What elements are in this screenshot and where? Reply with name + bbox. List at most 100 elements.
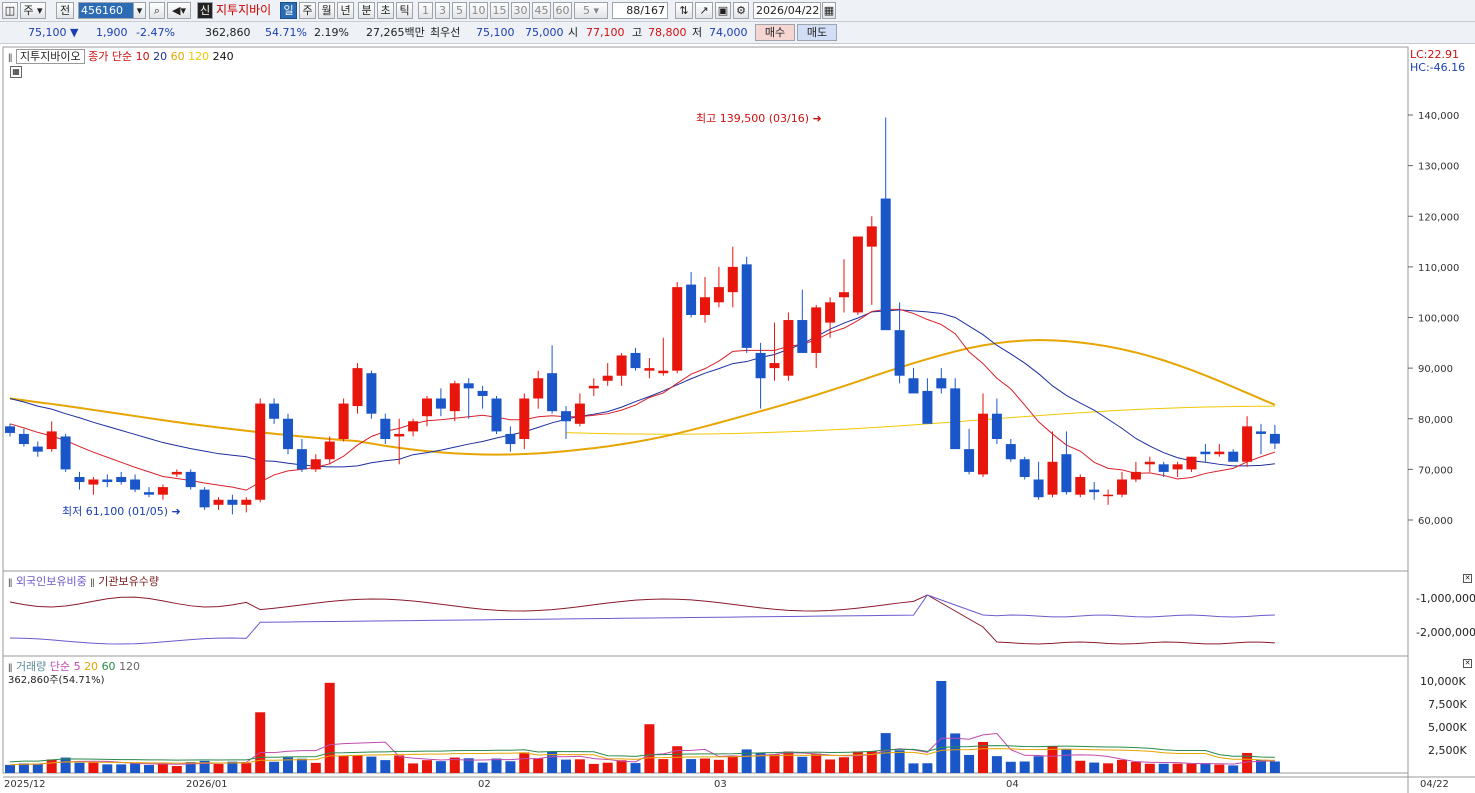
candle-body xyxy=(769,363,780,369)
min-price-label: 최저 61,100 (01/05) ➜ xyxy=(62,505,181,518)
candle-body xyxy=(533,378,544,399)
price-change-pct: -2.47% xyxy=(136,26,175,39)
tab-period-month[interactable]: 월 xyxy=(318,2,335,19)
candle-body xyxy=(1269,433,1280,444)
foreign-legend: ǁ 외국인보유비중 ǁ 기관보유수량 xyxy=(8,575,159,588)
gear-icon[interactable]: ⚙ xyxy=(733,2,749,19)
candle-body xyxy=(1061,454,1072,493)
code-dropdown-icon[interactable]: ▾ xyxy=(133,2,146,19)
sell-button[interactable]: 매도 xyxy=(797,24,837,41)
volume-bar xyxy=(1103,763,1114,773)
market-select[interactable]: 주 ▾ xyxy=(20,2,46,19)
ma-legend-title: 종가 단순 xyxy=(88,50,133,63)
candle-body xyxy=(213,499,224,505)
volume-bar xyxy=(171,766,182,773)
trade-amount: 27,265백만 xyxy=(366,26,425,39)
stock-legend[interactable]: 지투지바이오 xyxy=(15,49,85,64)
candle-body xyxy=(1256,431,1266,434)
volume-bar xyxy=(1089,762,1100,773)
volume-bar xyxy=(1200,763,1211,773)
close-panel-icon[interactable]: ✕ xyxy=(1463,574,1472,583)
candle-body xyxy=(547,373,558,412)
ma120-legend: 120 xyxy=(188,50,210,63)
tab-period-tick[interactable]: 틱 xyxy=(396,2,413,19)
tab-period-minute[interactable]: 분 xyxy=(358,2,375,19)
volume-bar xyxy=(686,759,697,773)
volume-bar xyxy=(477,762,488,773)
interval-3[interactable]: 3 xyxy=(435,2,450,19)
volume-bar xyxy=(574,759,585,773)
buy-button[interactable]: 매수 xyxy=(755,24,795,41)
turnover-rate: 2.19% xyxy=(314,26,349,39)
candle-body xyxy=(825,302,836,323)
volume-bar xyxy=(505,761,516,773)
volume-bar xyxy=(255,712,266,773)
candle-body xyxy=(561,411,571,422)
hc-label: HC:-46.16 xyxy=(1410,61,1466,74)
count-value: 88 xyxy=(626,4,641,17)
stock-name[interactable]: 지투지바이 xyxy=(216,3,271,17)
candle-body xyxy=(964,449,975,472)
close-volume-panel-icon[interactable]: ✕ xyxy=(1463,659,1472,668)
candle-body xyxy=(60,436,71,470)
candle-body xyxy=(519,398,530,439)
candle-body xyxy=(46,431,57,450)
tab-period-second[interactable]: 초 xyxy=(377,2,394,19)
count-display[interactable]: 88/167 xyxy=(612,2,668,19)
candle-body xyxy=(435,398,446,409)
candle-body xyxy=(894,330,905,376)
candle-body xyxy=(102,479,113,483)
interval-45[interactable]: 45 xyxy=(532,2,551,19)
count-total: /167 xyxy=(640,4,665,17)
prev-button[interactable]: 전 xyxy=(56,2,74,19)
volume-bar xyxy=(1228,765,1239,773)
save-icon[interactable]: ▣ xyxy=(715,2,731,19)
sound-icon[interactable]: ◀▾ xyxy=(167,2,191,19)
tab-period-week[interactable]: 주 xyxy=(299,2,316,19)
volume-bar xyxy=(213,764,224,773)
volume-bar xyxy=(241,763,252,773)
volume-bar xyxy=(1214,764,1225,773)
interval-10[interactable]: 10 xyxy=(469,2,488,19)
volume-bar xyxy=(561,759,571,773)
lc-label: LC:22.91 xyxy=(1410,48,1460,61)
price-axis-label: 60,000 xyxy=(1418,516,1453,527)
chart-canvas[interactable]: 140,000 130,000 120,000 110,000 100,000 90,00… xyxy=(0,45,1475,793)
best-bid-label: 최우선 xyxy=(430,26,461,39)
volume-bar xyxy=(630,763,641,773)
table-icon[interactable]: ▦ xyxy=(10,66,22,78)
interval-1[interactable]: 1 xyxy=(418,2,433,19)
volume-bar xyxy=(1075,760,1086,773)
candle-body xyxy=(1144,461,1155,465)
volume-bar xyxy=(1061,749,1072,773)
date-input[interactable]: 2026/04/22 xyxy=(753,2,821,19)
interval-15[interactable]: 15 xyxy=(490,2,509,19)
draw-icon[interactable]: ↗ xyxy=(695,2,713,19)
candle-body xyxy=(352,368,363,407)
volume-bar xyxy=(616,760,627,773)
candle-body xyxy=(922,390,933,424)
candle-body xyxy=(241,499,252,505)
interval-5[interactable]: 5 xyxy=(452,2,467,19)
interval-select[interactable]: 5 ▾ xyxy=(574,2,608,19)
vol-axis-4: 2,500K xyxy=(1428,744,1467,757)
volume-bar xyxy=(978,742,988,773)
tick-compare-icon[interactable]: ⇅ xyxy=(675,2,693,19)
volume-bar xyxy=(5,764,15,773)
candle-body xyxy=(1019,459,1030,477)
volume-bar xyxy=(435,761,446,773)
price-axis-label: 120,000 xyxy=(1418,212,1459,223)
volume-bar xyxy=(74,762,85,773)
chart-type-icon[interactable]: ◫ xyxy=(2,2,18,19)
interval-60[interactable]: 60 xyxy=(553,2,572,19)
candle-body xyxy=(18,433,29,445)
candle-body xyxy=(1200,451,1211,455)
foreign-axis-2: -2,000,000 xyxy=(1416,626,1475,639)
search-icon[interactable]: ⌕ xyxy=(149,2,165,19)
volume-bar xyxy=(1172,763,1183,773)
tab-period-year[interactable]: 년 xyxy=(337,2,354,19)
tab-period-day[interactable]: 일 xyxy=(280,2,297,19)
interval-30[interactable]: 30 xyxy=(511,2,530,19)
volume-bar xyxy=(839,757,849,773)
calendar-icon[interactable]: ▦ xyxy=(822,2,836,19)
